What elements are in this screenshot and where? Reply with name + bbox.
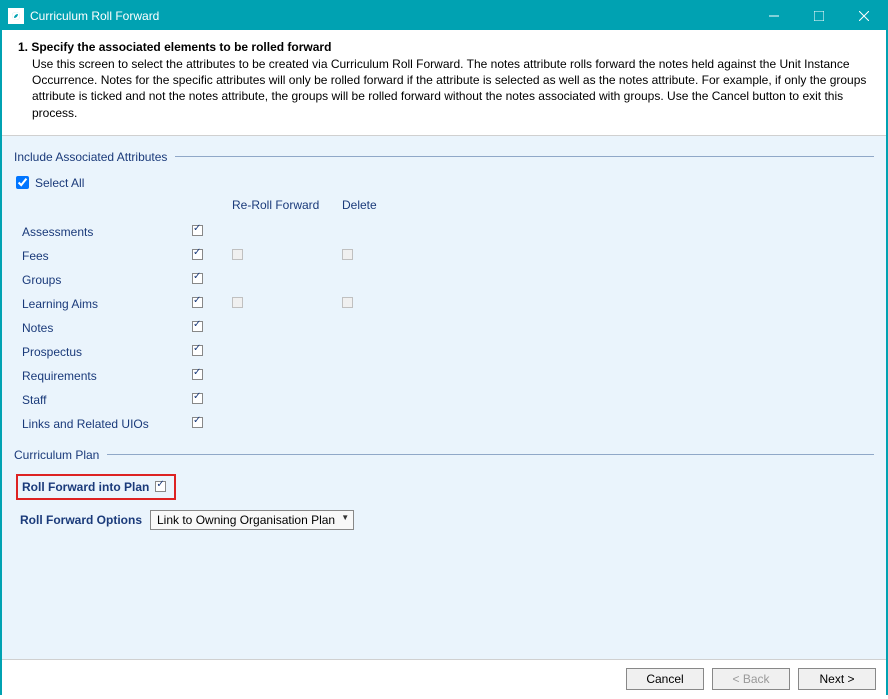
delete-checkbox — [342, 297, 353, 308]
wizard-header: 1. Specify the associated elements to be… — [2, 30, 886, 136]
divider — [107, 454, 874, 455]
attribute-checkbox[interactable] — [192, 417, 203, 428]
attribute-checkbox[interactable] — [192, 273, 203, 284]
titlebar: Curriculum Roll Forward — [2, 2, 886, 30]
content-area: Include Associated Attributes Select All… — [2, 136, 886, 659]
attribute-row: Staff — [22, 388, 874, 412]
attributes-table: Re-Roll Forward Delete Assessments Fees Gr… — [22, 198, 874, 436]
attribute-label: Requirements — [22, 369, 192, 383]
select-all-checkbox[interactable] — [16, 176, 29, 189]
attribute-label: Assessments — [22, 225, 192, 239]
attribute-checkbox[interactable] — [192, 369, 203, 380]
back-button[interactable]: < Back — [712, 668, 790, 690]
next-button[interactable]: Next > — [798, 668, 876, 690]
attributes-group-label: Include Associated Attributes — [14, 150, 167, 164]
roll-forward-options-label: Roll Forward Options — [20, 513, 142, 527]
minimize-button[interactable] — [751, 2, 796, 30]
close-button[interactable] — [841, 2, 886, 30]
app-icon — [8, 8, 24, 24]
attribute-row: Prospectus — [22, 340, 874, 364]
column-header-delete: Delete — [342, 198, 422, 212]
attribute-checkbox[interactable] — [192, 297, 203, 308]
select-all-label: Select All — [35, 176, 84, 190]
step-description: Use this screen to select the attributes… — [32, 56, 870, 121]
attribute-row: Groups — [22, 268, 874, 292]
reroll-checkbox — [232, 249, 243, 260]
attribute-row: Requirements — [22, 364, 874, 388]
attribute-row: Fees — [22, 244, 874, 268]
attributes-group: Include Associated Attributes Select All… — [14, 150, 874, 436]
step-title: 1. Specify the associated elements to be… — [18, 40, 870, 54]
reroll-checkbox — [232, 297, 243, 308]
attribute-label: Prospectus — [22, 345, 192, 359]
attribute-row: Assessments — [22, 220, 874, 244]
roll-forward-options-value: Link to Owning Organisation Plan — [157, 513, 335, 527]
divider — [175, 156, 874, 157]
attribute-checkbox[interactable] — [192, 345, 203, 356]
plan-group-label: Curriculum Plan — [14, 448, 99, 462]
attribute-checkbox[interactable] — [192, 249, 203, 260]
cancel-button[interactable]: Cancel — [626, 668, 704, 690]
attribute-row: Links and Related UIOs — [22, 412, 874, 436]
window-title: Curriculum Roll Forward — [30, 9, 751, 23]
attribute-row: Notes — [22, 316, 874, 340]
roll-forward-into-plan-label: Roll Forward into Plan — [22, 480, 149, 494]
delete-checkbox — [342, 249, 353, 260]
roll-forward-options-combo[interactable]: Link to Owning Organisation Plan — [150, 510, 354, 530]
attribute-checkbox[interactable] — [192, 393, 203, 404]
attribute-label: Learning Aims — [22, 297, 192, 311]
attribute-label: Links and Related UIOs — [22, 417, 192, 431]
column-header-reroll: Re-Roll Forward — [232, 198, 342, 212]
roll-forward-into-plan-highlight: Roll Forward into Plan — [16, 474, 176, 500]
attribute-row: Learning Aims — [22, 292, 874, 316]
plan-group: Curriculum Plan Roll Forward into Plan R… — [14, 448, 874, 530]
maximize-button[interactable] — [796, 2, 841, 30]
attribute-checkbox[interactable] — [192, 321, 203, 332]
attribute-label: Groups — [22, 273, 192, 287]
attribute-label: Staff — [22, 393, 192, 407]
attribute-label: Fees — [22, 249, 192, 263]
attribute-label: Notes — [22, 321, 192, 335]
attribute-checkbox[interactable] — [192, 225, 203, 236]
roll-forward-into-plan-checkbox[interactable] — [155, 481, 166, 492]
wizard-footer: Cancel < Back Next > — [2, 659, 886, 699]
